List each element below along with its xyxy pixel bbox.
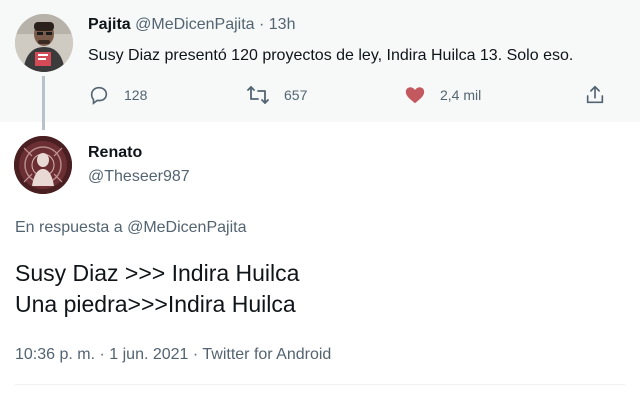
reply-count: 128: [124, 87, 148, 103]
tweet-text-line: Susy Diaz >>> Indira Huilca: [15, 260, 300, 286]
tweet-timestamp[interactable]: 10:36 p. m. · 1 jun. 2021 · Twitter for …: [15, 344, 331, 366]
author-name[interactable]: Pajita: [88, 16, 131, 33]
share-button[interactable]: [584, 83, 606, 107]
author-handle[interactable]: @MeDicenPajita: [135, 16, 254, 33]
tweet-text-line: Una piedra>>>Indira Huilca: [15, 291, 296, 317]
tweet-time[interactable]: 13h: [269, 16, 296, 33]
tweet-thread: Pajita @MeDicenPajita · 13h Susy Diaz pr…: [0, 0, 640, 400]
author-name[interactable]: Renato: [88, 142, 142, 164]
parent-tweet-header: Pajita @MeDicenPajita · 13h: [88, 14, 295, 36]
avatar-image: [15, 14, 73, 72]
share-icon: [584, 84, 606, 106]
reply-prefix: En respuesta a: [15, 219, 128, 236]
heart-icon: [404, 84, 426, 106]
reply-button[interactable]: 128: [88, 83, 147, 107]
like-button[interactable]: 2,4 mil: [404, 83, 481, 107]
meta-separator: ·: [254, 16, 269, 33]
divider: [15, 384, 625, 385]
reply-context: En respuesta a @MeDicenPajita: [15, 217, 246, 239]
avatar-image: [14, 136, 72, 194]
reply-icon: [88, 84, 110, 106]
author-handle[interactable]: @Theseer987: [88, 166, 190, 188]
avatar[interactable]: [14, 136, 72, 194]
reply-mention-link[interactable]: @MeDicenPajita: [127, 219, 246, 236]
retweet-icon: [246, 84, 270, 106]
main-tweet-text: Susy Diaz >>> Indira Huilca Una piedra>>…: [15, 258, 299, 320]
parent-tweet-text: Susy Diaz presentó 120 proyectos de ley,…: [88, 47, 574, 64]
retweet-count: 657: [284, 87, 308, 103]
retweet-button[interactable]: 657: [246, 83, 307, 107]
avatar[interactable]: [15, 14, 73, 72]
thread-connector-line: [42, 76, 45, 130]
like-count: 2,4 mil: [440, 87, 482, 103]
parent-tweet[interactable]: Pajita @MeDicenPajita · 13h Susy Diaz pr…: [0, 0, 640, 122]
